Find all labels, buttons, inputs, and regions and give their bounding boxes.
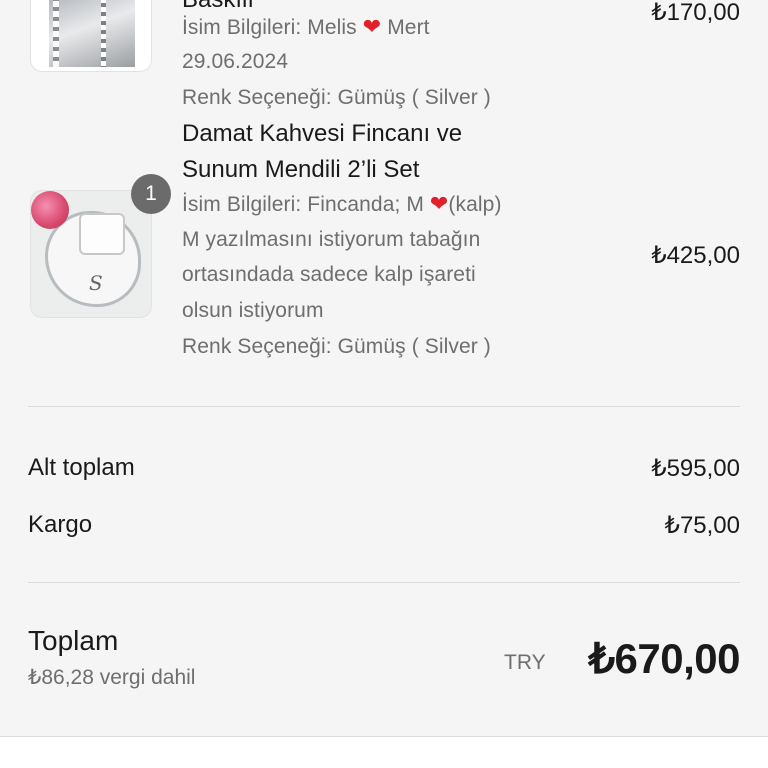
item-2-note-line-2: ortasındada sadece kalp işareti <box>182 263 476 286</box>
item-1-color-option: Renk Seçeneği: Gümüş ( Silver ) <box>182 86 491 109</box>
product-image-1[interactable] <box>30 0 152 72</box>
tax-note: ₺86,28 vergi dahil <box>28 666 196 689</box>
currency-code: TRY <box>504 651 546 674</box>
item-1-name-info: İsim Bilgileri: Melis ❤ Mert <box>182 15 430 40</box>
bottom-bar <box>0 736 768 768</box>
total-label: Toplam <box>28 625 119 656</box>
ribbon-decoration <box>53 0 59 67</box>
item-1-date: 29.06.2024 <box>182 50 289 73</box>
item-2-note-line-3: olsun istiyorum <box>182 299 324 322</box>
product-title-2-line-2: Sunum Mendili 2’li Set <box>182 156 420 183</box>
ribbon-decoration <box>101 0 106 67</box>
monogram-mark: S <box>89 271 103 295</box>
item-2-price: ₺425,00 <box>651 242 740 269</box>
item-1-price: ₺170,00 <box>651 0 740 26</box>
item-2-note-line-1: M yazılmasını istiyorum tabağın <box>182 228 481 251</box>
quantity-badge: 1 <box>131 174 171 214</box>
product-image-2[interactable]: S <box>30 190 152 318</box>
subtotal-label: Alt toplam <box>28 454 135 481</box>
red-heart-icon: ❤ <box>362 15 382 40</box>
shipping-value: ₺75,00 <box>664 512 740 539</box>
shipping-label: Kargo <box>28 511 93 538</box>
product-title-2-line-1: Damat Kahvesi Fincanı ve <box>182 120 463 147</box>
item-2-name-info: İsim Bilgileri: Fincanda; M ❤(kalp) <box>182 192 502 217</box>
subtotal-value: ₺595,00 <box>651 455 740 482</box>
item-2-color-option: Renk Seçeneği: Gümüş ( Silver ) <box>182 335 491 358</box>
red-heart-icon: ❤ <box>429 192 449 217</box>
divider <box>28 582 740 583</box>
product-photo-ribbon-box <box>49 0 135 67</box>
divider <box>28 406 740 407</box>
flower-decoration <box>31 191 69 229</box>
product-title-1: Baskılı <box>182 0 254 14</box>
total-value: ₺670,00 <box>588 635 740 682</box>
cup-shape <box>79 213 125 255</box>
